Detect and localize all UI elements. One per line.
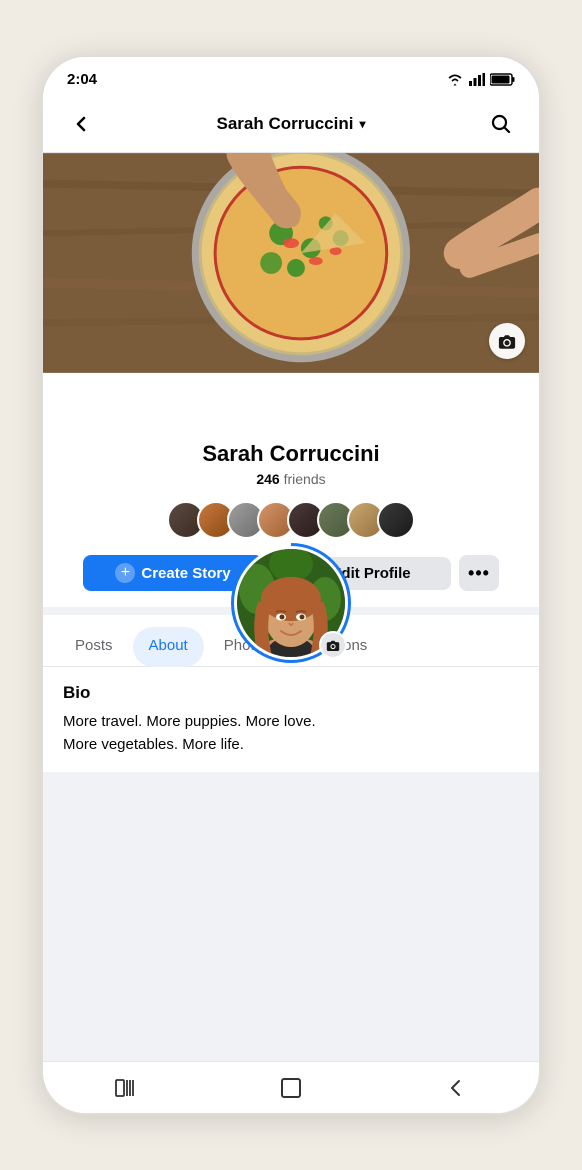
back-chevron-icon — [447, 1077, 465, 1099]
bottom-nav — [43, 1061, 539, 1113]
content-area: Sarah Corruccini 246 friends — [43, 153, 539, 1061]
bottom-nav-menu[interactable] — [43, 1062, 208, 1113]
square-icon — [280, 1077, 302, 1099]
more-label: ••• — [468, 563, 490, 584]
signal-icon — [469, 73, 485, 86]
menu-lines-icon — [115, 1079, 137, 1097]
avatar-camera-icon — [326, 640, 340, 651]
nav-bar: Sarah Corruccini ▾ — [43, 96, 539, 153]
battery-icon — [490, 73, 515, 86]
status-icons — [446, 73, 515, 86]
more-button[interactable]: ••• — [459, 555, 499, 591]
bio-text: More travel. More puppies. More love.Mor… — [63, 711, 519, 756]
camera-icon — [498, 334, 516, 349]
wifi-icon — [446, 73, 464, 86]
friend-avatar — [377, 501, 415, 539]
nav-title: Sarah Corruccini ▾ — [216, 114, 365, 134]
tab-posts[interactable]: Posts — [59, 627, 129, 667]
about-section: Bio More travel. More puppies. More love… — [43, 667, 539, 772]
avatar-camera-button[interactable] — [319, 631, 347, 659]
bottom-nav-home[interactable] — [208, 1062, 373, 1113]
phone: 2:04 — [41, 55, 541, 1115]
plus-icon: + — [115, 563, 135, 583]
nav-title-text: Sarah Corruccini — [216, 114, 353, 134]
search-button[interactable] — [483, 106, 519, 142]
profile-avatar-wrapper — [231, 543, 351, 663]
nav-dropdown-arrow[interactable]: ▾ — [359, 117, 365, 131]
phone-frame: 2:04 — [0, 0, 582, 1170]
friends-count: 246 friends — [256, 471, 325, 487]
cover-photo-image — [43, 153, 539, 373]
back-button[interactable] — [63, 106, 99, 142]
tab-about[interactable]: About — [133, 627, 204, 667]
friends-avatars — [167, 501, 415, 539]
bio-title: Bio — [63, 683, 519, 703]
cover-photo — [43, 153, 539, 373]
status-bar: 2:04 — [43, 57, 539, 96]
cover-photo-camera-button[interactable] — [489, 323, 525, 359]
create-story-label: Create Story — [141, 565, 230, 582]
bottom-nav-back[interactable] — [374, 1062, 539, 1113]
cover-section: Sarah Corruccini 246 friends — [43, 153, 539, 607]
status-time: 2:04 — [67, 71, 97, 88]
profile-name: Sarah Corruccini — [202, 441, 379, 467]
